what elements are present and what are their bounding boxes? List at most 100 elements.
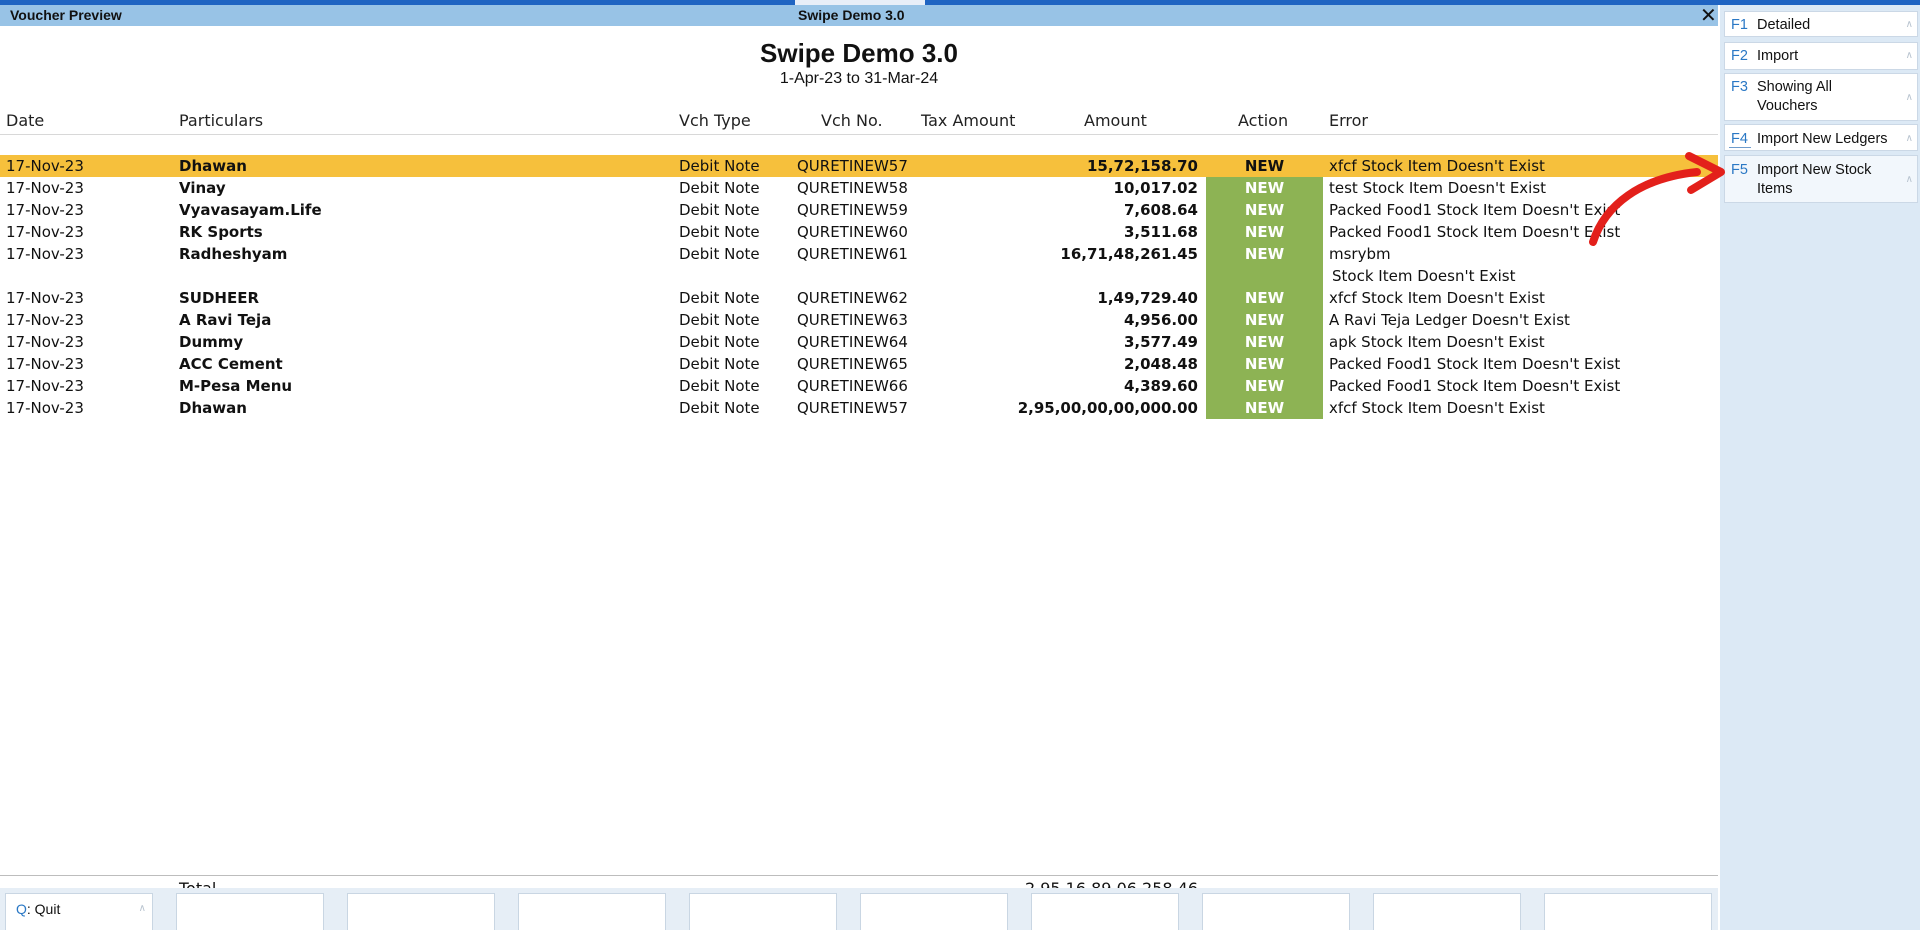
table-row[interactable]: 17-Nov-23 Dummy Debit Note QURETINEW64 3… [0,331,1718,353]
cell-action-badge: NEW [1206,375,1323,397]
column-header-vch-type: Vch Type [679,111,751,130]
quit-label: Quit [34,901,61,917]
bottom-button-bar: Q: Quit ∧ [0,888,1718,930]
cell-date: 17-Nov-23 [6,179,84,197]
table-row[interactable]: 17-Nov-23 Vyavasayam.Life Debit Note QUR… [0,199,1718,221]
cell-action-badge: NEW [1206,177,1323,199]
cell-error-continued: Stock Item Doesn't Exist [1332,267,1516,285]
empty-button[interactable] [1373,893,1521,930]
column-header-particulars: Particulars [179,111,264,130]
cell-particulars: SUDHEER [179,289,260,307]
table-row[interactable]: 17-Nov-23 Dhawan Debit Note QURETINEW57 … [0,397,1718,419]
cell-date: 17-Nov-23 [6,333,84,351]
sidebar-button-showing-all-vouchers[interactable]: F3 Showing All Vouchers ∧ [1724,73,1918,121]
cell-amount: 15,72,158.70 [1086,157,1198,175]
cell-action-badge: NEW [1244,157,1285,175]
table-row[interactable]: 17-Nov-23 ACC Cement Debit Note QURETINE… [0,353,1718,375]
empty-button[interactable] [1202,893,1350,930]
cell-action-badge: NEW [1206,287,1323,309]
cell-vch-type: Debit Note [679,289,760,307]
red-pointer-arrow-icon [1589,152,1725,246]
cell-amount: 2,95,00,00,00,000.00 [1017,399,1198,417]
label-showing-all-vouchers: Showing All Vouchers [1757,79,1832,114]
cell-error: xfcf Stock Item Doesn't Exist [1329,157,1545,175]
key-f2: F2 [1731,48,1748,64]
table-row[interactable]: 17-Nov-23 Dhawan Debit Note QURETINEW57 … [0,155,1718,177]
shortcut-marker-icon: ∧ [1905,174,1913,185]
empty-button[interactable] [1544,893,1712,930]
empty-button[interactable] [1031,893,1179,930]
key-f3: F3 [1731,79,1748,95]
empty-button[interactable] [518,893,666,930]
empty-button[interactable] [689,893,837,930]
sidebar-button-import-new-stock-items[interactable]: F5 Import New Stock Items ∧ [1724,155,1918,203]
cell-date: 17-Nov-23 [6,311,84,329]
cell-date: 17-Nov-23 [6,157,84,175]
cell-action-badge: NEW [1206,397,1323,419]
table-row[interactable]: 17-Nov-23 Radheshyam Debit Note QURETINE… [0,243,1718,287]
cell-vch-no: QURETINEW60 [797,223,908,241]
voucher-table-body: 17-Nov-23 Dhawan Debit Note QURETINEW57 … [0,155,1718,419]
label-import-new-stock-items: Import New Stock Items [1757,162,1872,197]
total-divider [0,875,1718,876]
table-row[interactable]: 17-Nov-23 A Ravi Teja Debit Note QURETIN… [0,309,1718,331]
label-import-new-ledgers: Import New Ledgers [1757,131,1888,147]
key-f1: F1 [1731,17,1748,33]
cell-error: xfcf Stock Item Doesn't Exist [1329,289,1545,307]
cell-vch-no: QURETINEW59 [797,201,908,219]
cell-error: test Stock Item Doesn't Exist [1329,179,1547,197]
cell-vch-type: Debit Note [679,311,760,329]
cell-vch-type: Debit Note [679,333,760,351]
sidebar-button-detailed[interactable]: F1 Detailed ∧ [1724,11,1918,37]
cell-action-badge: NEW [1206,309,1323,331]
cell-vch-type: Debit Note [679,223,760,241]
empty-button[interactable] [347,893,495,930]
sidebar-button-import[interactable]: F2 Import ∧ [1724,42,1918,70]
cell-particulars: Vyavasayam.Life [179,201,322,219]
header-divider [0,134,1718,135]
column-header-action: Action [1238,111,1289,130]
cell-amount: 4,389.60 [1123,377,1198,395]
cell-particulars: M-Pesa Menu [179,377,293,395]
shortcut-underline [1729,147,1751,148]
cell-date: 17-Nov-23 [6,245,84,263]
cell-vch-type: Debit Note [679,179,760,197]
quit-colon: : [26,901,31,917]
label-import: Import [1757,48,1799,64]
empty-button[interactable] [860,893,1008,930]
quit-button[interactable]: Q: Quit ∧ [5,893,153,930]
key-f4: F4 [1731,131,1748,147]
table-row[interactable]: 17-Nov-23 RK Sports Debit Note QURETINEW… [0,221,1718,243]
cell-error: msrybm [1329,245,1391,263]
column-header-date: Date [6,111,45,130]
cell-vch-no: QURETINEW57 [797,157,908,175]
cell-error: A Ravi Teja Ledger Doesn't Exist [1329,311,1570,329]
company-title: Swipe Demo 3.0 [798,7,905,23]
cell-amount: 3,511.68 [1123,223,1198,241]
cell-error: Packed Food1 Stock Item Doesn't Exist [1329,377,1621,395]
table-row[interactable]: 17-Nov-23 M-Pesa Menu Debit Note QURETIN… [0,375,1718,397]
cell-action-badge: NEW [1206,243,1323,287]
cell-error: Packed Food1 Stock Item Doesn't Exist [1329,223,1621,241]
close-icon[interactable]: ✕ [1700,3,1717,28]
empty-button[interactable] [176,893,324,930]
cell-vch-no: QURETINEW65 [797,355,908,373]
cell-vch-no: QURETINEW66 [797,377,908,395]
column-header-vch-no: Vch No. [821,111,883,130]
cell-vch-no: QURETINEW58 [797,179,908,197]
cell-action-badge: NEW [1206,331,1323,353]
cell-error: Packed Food1 Stock Item Doesn't Exist [1329,355,1621,373]
cell-date: 17-Nov-23 [6,399,84,417]
cell-action-badge: NEW [1206,221,1323,243]
shortcut-marker-icon: ∧ [138,903,146,914]
cell-vch-no: QURETINEW64 [797,333,908,351]
cell-vch-no: QURETINEW61 [797,245,908,263]
cell-date: 17-Nov-23 [6,355,84,373]
table-row[interactable]: 17-Nov-23 SUDHEER Debit Note QURETINEW62… [0,287,1718,309]
cell-date: 17-Nov-23 [6,377,84,395]
cell-vch-type: Debit Note [679,245,760,263]
cell-particulars: Vinay [179,179,226,197]
sidebar-button-import-new-ledgers[interactable]: F4 Import New Ledgers ∧ [1724,124,1918,151]
report-company-name: Swipe Demo 3.0 [760,38,958,68]
table-row[interactable]: 17-Nov-23 Vinay Debit Note QURETINEW58 1… [0,177,1718,199]
